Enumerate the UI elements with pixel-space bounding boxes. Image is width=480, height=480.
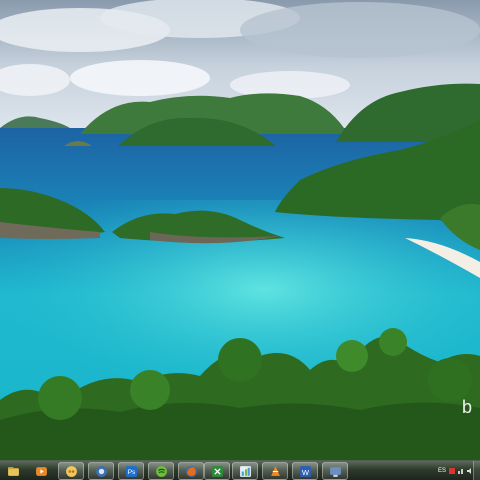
svg-text:W: W xyxy=(301,467,309,476)
browser-globe-icon xyxy=(95,465,107,477)
desktop-wallpaper: b xyxy=(0,0,480,460)
taskbar-chat-button[interactable] xyxy=(58,462,84,480)
flag-icon[interactable] xyxy=(449,467,456,474)
chart-app-icon xyxy=(239,465,251,477)
photoshop-icon: Ps xyxy=(125,465,137,477)
taskbar-chart-app-button[interactable] xyxy=(232,462,258,480)
monitor-icon xyxy=(329,466,341,477)
taskbar-music-app-button[interactable] xyxy=(148,462,174,480)
taskbar: Ps W ES xyxy=(0,460,480,480)
taskbar-photoshop-button[interactable]: Ps xyxy=(118,462,144,480)
bing-watermark: b xyxy=(462,397,473,417)
word-icon: W xyxy=(299,465,311,477)
taskbar-media-player-button[interactable] xyxy=(28,462,54,480)
tropical-bay-image xyxy=(0,0,480,460)
taskbar-excel-button[interactable] xyxy=(204,462,230,480)
music-app-icon xyxy=(155,465,167,477)
taskbar-folder-button[interactable] xyxy=(2,462,24,480)
taskbar-vlc-button[interactable] xyxy=(262,462,288,480)
system-tray: ES xyxy=(438,461,473,480)
media-player-icon xyxy=(35,466,47,476)
taskbar-monitor-button[interactable] xyxy=(322,462,348,480)
vlc-icon xyxy=(270,465,280,476)
firefox-icon xyxy=(185,465,197,477)
svg-text:Ps: Ps xyxy=(127,469,135,476)
taskbar-word-button[interactable]: W xyxy=(292,462,318,480)
folder-icon xyxy=(7,466,19,476)
show-desktop-button[interactable] xyxy=(473,461,480,480)
excel-icon xyxy=(211,465,223,477)
taskbar-firefox-button[interactable] xyxy=(178,462,204,480)
taskbar-browser-button[interactable] xyxy=(88,462,114,480)
chat-icon xyxy=(65,465,77,477)
language-indicator[interactable]: ES xyxy=(438,468,446,474)
network-icon[interactable] xyxy=(458,468,464,474)
